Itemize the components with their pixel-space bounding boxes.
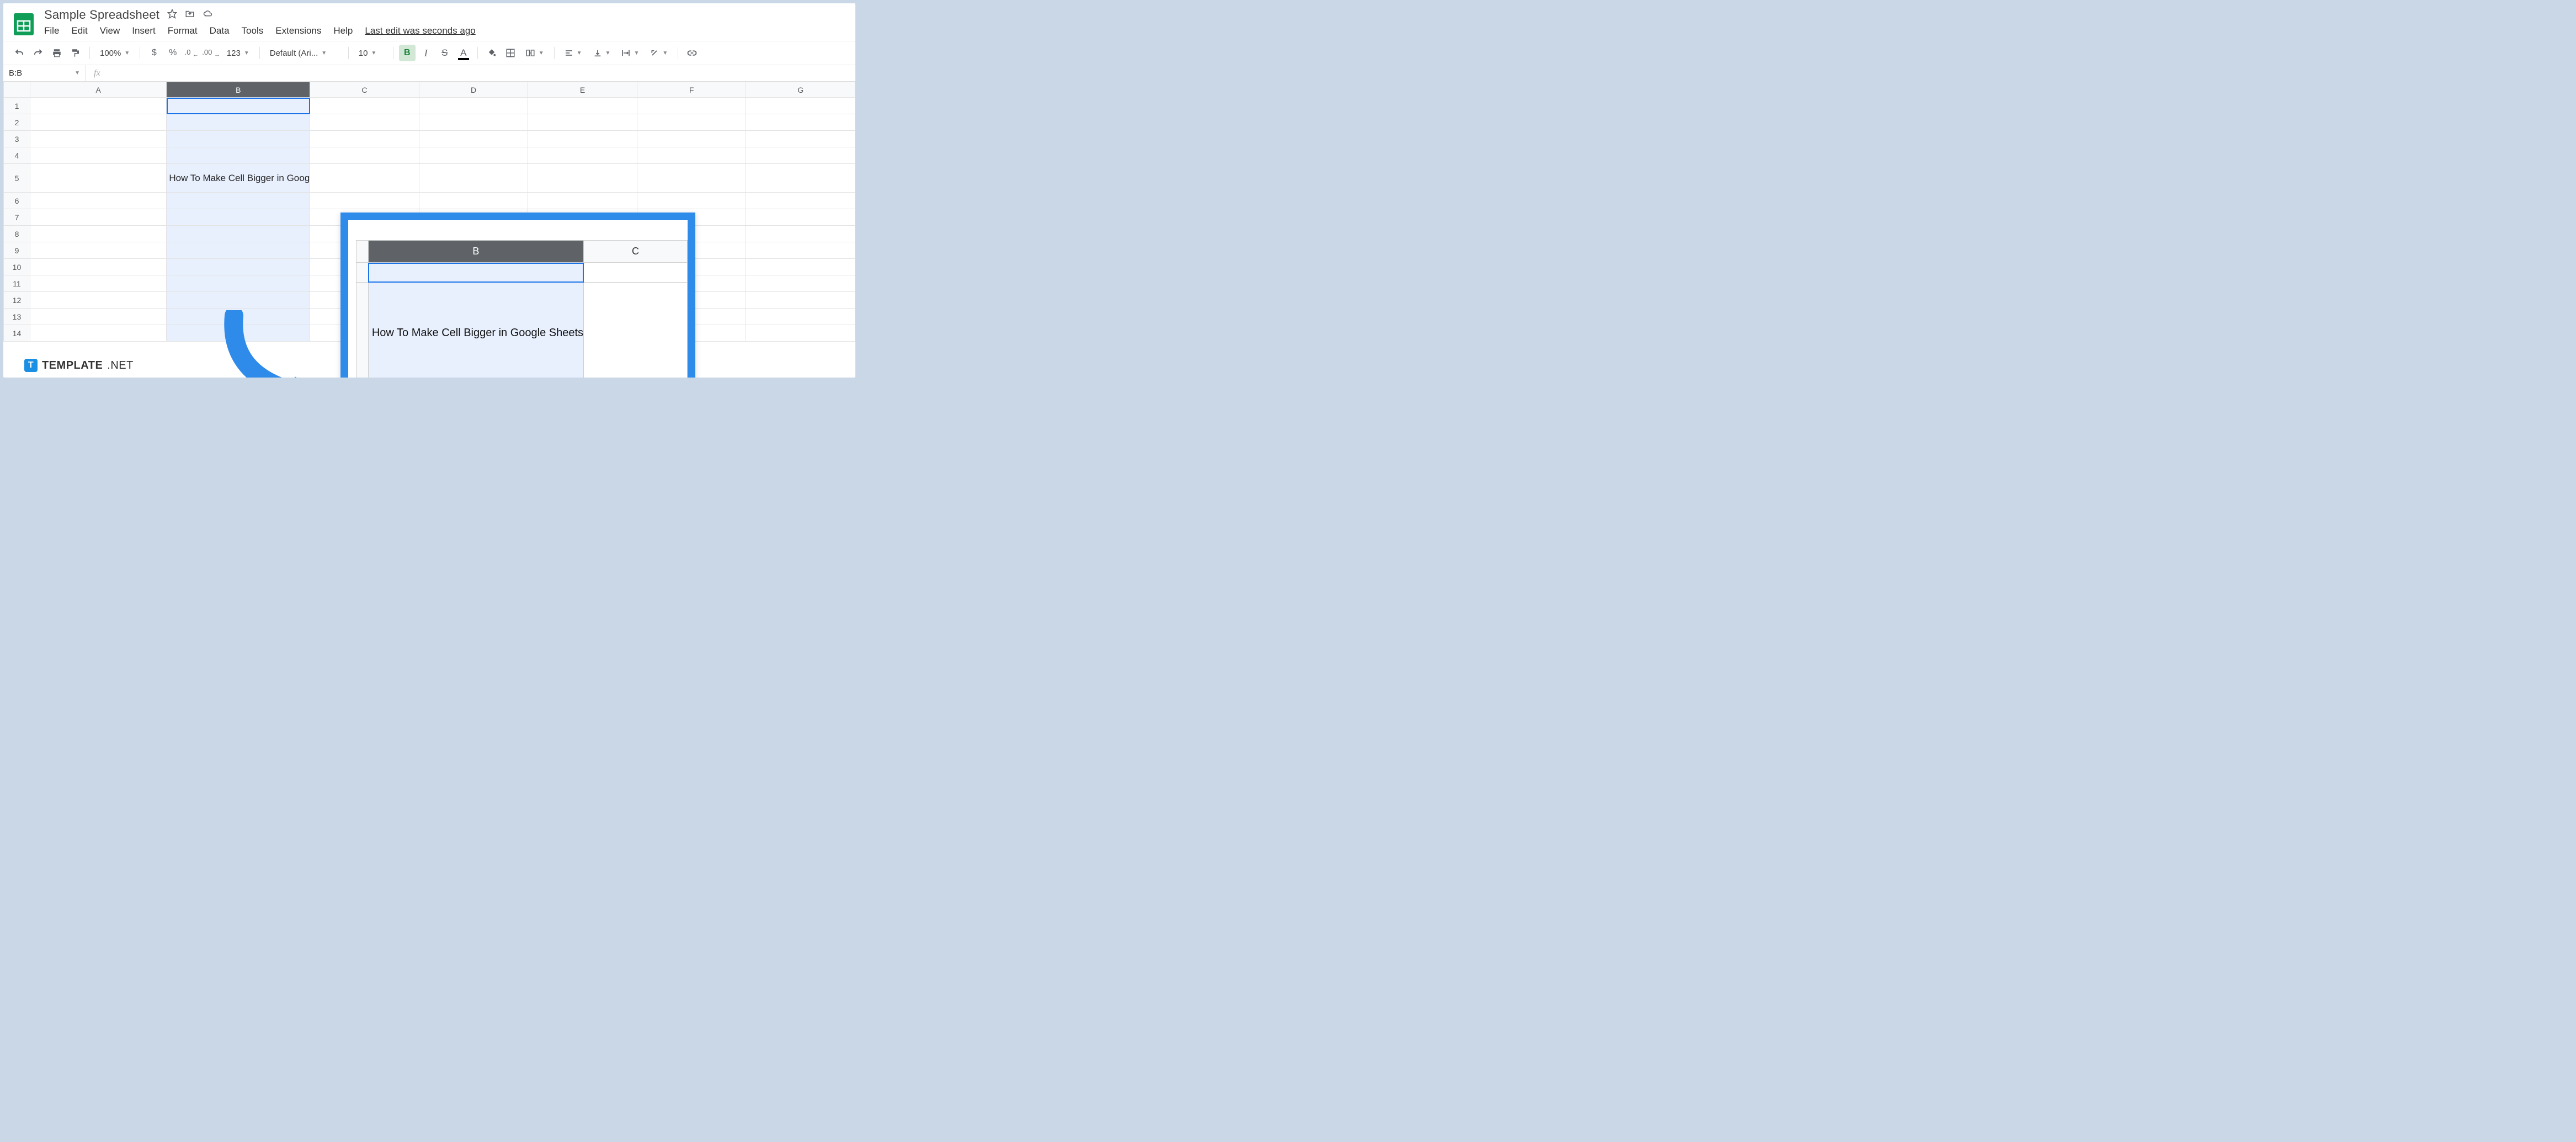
strikethrough-button[interactable]: S (437, 45, 453, 61)
merge-cells-button[interactable]: ▼ (521, 48, 549, 58)
move-icon[interactable] (185, 9, 195, 22)
document-title[interactable]: Sample Spreadsheet (44, 8, 159, 22)
star-icon[interactable] (167, 9, 177, 22)
overlay-col-C: C (584, 241, 688, 263)
menu-file[interactable]: File (44, 25, 59, 36)
increase-decimal-button[interactable]: .00 → (202, 45, 220, 61)
menu-tools[interactable]: Tools (242, 25, 264, 36)
menu-edit[interactable]: Edit (71, 25, 87, 36)
currency-button[interactable]: $ (146, 45, 162, 61)
row-header[interactable]: 11 (4, 275, 30, 292)
column-header-G[interactable]: G (746, 82, 855, 98)
row-header[interactable]: 7 (4, 209, 30, 226)
insert-link-button[interactable] (684, 45, 700, 61)
undo-button[interactable] (11, 45, 28, 61)
menu-extensions[interactable]: Extensions (275, 25, 321, 36)
text-rotation-button[interactable]: ▼ (646, 49, 672, 57)
row-header[interactable]: 4 (4, 147, 30, 164)
redo-button[interactable] (30, 45, 46, 61)
select-all-corner[interactable] (4, 82, 30, 98)
sheets-logo-icon[interactable] (11, 8, 36, 41)
row-header[interactable]: 14 (4, 325, 30, 342)
menu-help[interactable]: Help (333, 25, 353, 36)
fill-color-button[interactable] (483, 45, 500, 61)
last-edit-link[interactable]: Last edit was seconds ago (365, 25, 475, 36)
row-header[interactable]: 3 (4, 131, 30, 147)
row-header[interactable]: 8 (4, 226, 30, 242)
vertical-align-button[interactable]: ▼ (589, 49, 615, 57)
row-header[interactable]: 10 (4, 259, 30, 275)
decrease-decimal-button[interactable]: .0 ← (183, 45, 200, 61)
formula-bar: B:B▼ fx (3, 65, 855, 82)
bold-button[interactable]: B (399, 45, 416, 61)
watermark-logo-icon: T (24, 359, 38, 372)
borders-button[interactable] (502, 45, 519, 61)
row-header[interactable]: 13 (4, 309, 30, 325)
menu-view[interactable]: View (100, 25, 120, 36)
menubar: File Edit View Insert Format Data Tools … (44, 23, 848, 41)
horizontal-align-button[interactable]: ▼ (560, 49, 587, 57)
print-button[interactable] (49, 45, 65, 61)
cell-B5[interactable]: How To Make Cell Bigger in Goog (167, 164, 310, 193)
percent-button[interactable]: % (164, 45, 181, 61)
zoom-overlay: B C How To Make Cell Bigger in Google Sh… (340, 213, 695, 378)
overlay-col-B: B (368, 241, 583, 263)
font-select[interactable]: Default (Ari...▼ (265, 49, 343, 58)
menu-data[interactable]: Data (210, 25, 230, 36)
toolbar: 100%▼ $ % .0 ← .00 → 123▼ Default (Ari..… (3, 41, 855, 65)
cloud-status-icon[interactable] (203, 9, 214, 22)
cell-B1[interactable] (167, 98, 310, 114)
name-box[interactable]: B:B▼ (3, 65, 86, 81)
paint-format-button[interactable] (67, 45, 84, 61)
titlebar: Sample Spreadsheet File Edit View Insert… (3, 3, 855, 41)
column-header-D[interactable]: D (419, 82, 528, 98)
row-header[interactable]: 9 (4, 242, 30, 259)
spreadsheet-grid[interactable]: A B C D E F G 1 2 3 4 5 How To Make Cell … (3, 82, 855, 378)
row-header[interactable]: 1 (4, 98, 30, 114)
font-size-select[interactable]: 10▼ (354, 49, 387, 58)
row-header[interactable]: 12 (4, 292, 30, 309)
app-window: Sample Spreadsheet File Edit View Insert… (3, 3, 855, 378)
row-header[interactable]: 6 (4, 193, 30, 209)
fx-icon: fx (86, 68, 108, 78)
more-formats-button[interactable]: 123▼ (222, 49, 254, 58)
watermark: T TEMPLATE.NET (24, 359, 134, 372)
column-header-F[interactable]: F (637, 82, 746, 98)
column-header-C[interactable]: C (310, 82, 419, 98)
zoom-select[interactable]: 100%▼ (95, 49, 134, 58)
column-header-A[interactable]: A (30, 82, 166, 98)
text-color-button[interactable]: A (455, 45, 472, 61)
column-header-B[interactable]: B (167, 82, 310, 98)
overlay-cell-with-text: How To Make Cell Bigger in Google Sheets (368, 283, 583, 378)
menu-format[interactable]: Format (168, 25, 198, 36)
row-header[interactable]: 5 (4, 164, 30, 193)
column-header-E[interactable]: E (528, 82, 637, 98)
menu-insert[interactable]: Insert (132, 25, 156, 36)
formula-input[interactable] (108, 65, 855, 81)
text-wrap-button[interactable]: ▼ (617, 49, 643, 57)
row-header[interactable]: 2 (4, 114, 30, 131)
italic-button[interactable]: I (418, 45, 434, 61)
